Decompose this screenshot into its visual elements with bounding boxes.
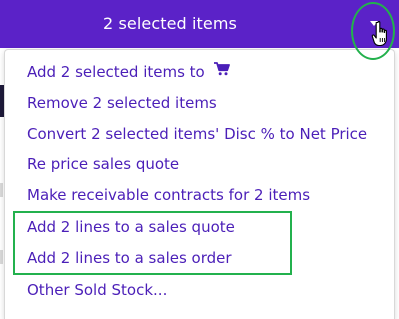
selected-items-label[interactable]: 2 selected items (0, 0, 340, 48)
menu-item-make-receivable-contracts[interactable]: Make receivable contracts for 2 items (27, 181, 310, 209)
cart-icon (213, 57, 230, 85)
menu-item-label: Add 2 lines to a sales quote (27, 218, 235, 236)
menu-item-convert-disc-to-net[interactable]: Convert 2 selected items' Disc % to Net … (27, 120, 367, 148)
background-content-edge (0, 250, 3, 264)
selection-action-bar: 2 selected items (0, 0, 399, 48)
menu-item-add-lines-sales-quote[interactable]: Add 2 lines to a sales quote (27, 213, 235, 241)
app-stage: 2 selected items Add 2 selected items to… (0, 0, 399, 319)
caret-down-icon (370, 21, 378, 26)
menu-item-add-lines-sales-order[interactable]: Add 2 lines to a sales order (27, 244, 232, 272)
menu-item-label: Other Sold Stock... (27, 281, 168, 299)
menu-item-label: Make receivable contracts for 2 items (27, 186, 311, 204)
actions-dropdown-menu: Add 2 selected items to Remove 2 selecte… (4, 49, 395, 319)
dropdown-toggle-button[interactable] (354, 0, 396, 48)
menu-item-label: Add 2 lines to a sales order (27, 249, 232, 267)
menu-item-reprice-sales-quote[interactable]: Re price sales quote (27, 150, 179, 178)
menu-item-label: Remove 2 selected items (27, 94, 217, 112)
menu-item-add-to-cart[interactable]: Add 2 selected items to (27, 58, 230, 86)
menu-item-remove-selected[interactable]: Remove 2 selected items (27, 89, 217, 117)
menu-item-label: Re price sales quote (27, 155, 180, 173)
menu-item-other-sold-stock[interactable]: Other Sold Stock... (27, 276, 167, 304)
background-content-edge (0, 183, 3, 197)
menu-item-label: Add 2 selected items to (27, 63, 205, 81)
menu-item-label: Convert 2 selected items' Disc % to Net … (27, 125, 368, 143)
